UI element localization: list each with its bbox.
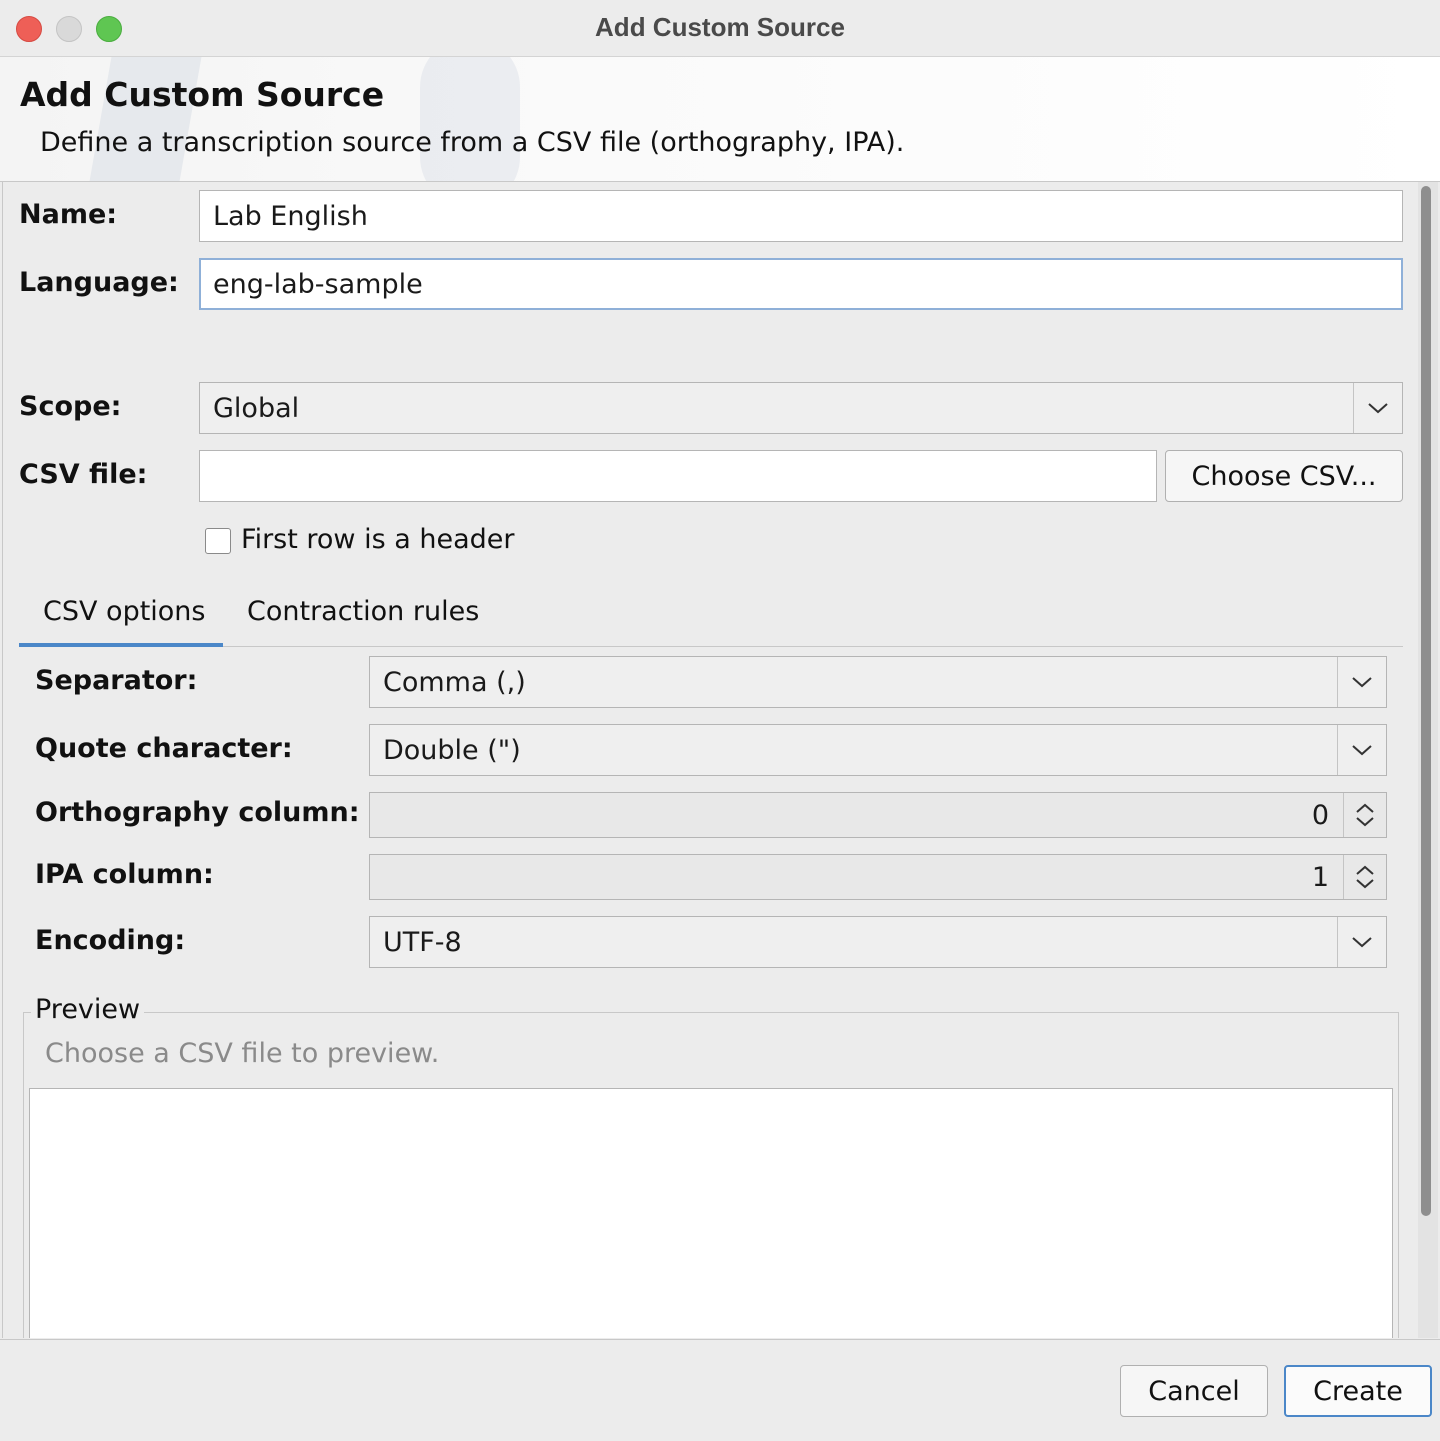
- spinner-arrows-icon[interactable]: [1343, 793, 1386, 837]
- preview-legend: Preview: [31, 994, 145, 1025]
- chevron-down-icon: [1337, 657, 1386, 707]
- csv-file-field[interactable]: [199, 450, 1157, 502]
- dialog-banner: Add Custom Source Define a transcription…: [0, 57, 1440, 182]
- separator-label: Separator:: [35, 665, 198, 696]
- create-button[interactable]: Create: [1284, 1365, 1432, 1417]
- csv-file-label: CSV file:: [19, 459, 148, 490]
- quote-character-label: Quote character:: [35, 733, 293, 764]
- separator-select[interactable]: Comma (,): [369, 656, 1387, 708]
- selected-tab-indicator: [19, 643, 223, 647]
- orthography-column-label: Orthography column:: [35, 797, 360, 828]
- cancel-button[interactable]: Cancel: [1120, 1365, 1268, 1417]
- preview-hint: Choose a CSV file to preview.: [45, 1038, 440, 1069]
- scrollbar-thumb[interactable]: [1421, 186, 1431, 1216]
- banner-subtitle: Define a transcription source from a CSV…: [40, 127, 905, 158]
- ipa-column-spinner[interactable]: 1: [369, 854, 1387, 900]
- ipa-column-label: IPA column:: [35, 859, 214, 890]
- chevron-down-icon: [1337, 725, 1386, 775]
- first-row-header-checkbox[interactable]: [205, 528, 231, 554]
- spinner-arrows-icon[interactable]: [1343, 855, 1386, 899]
- language-label: Language:: [19, 267, 179, 298]
- title-bar: Add Custom Source: [0, 0, 1440, 57]
- tab-contraction-rules[interactable]: Contraction rules: [247, 596, 479, 627]
- name-field[interactable]: Lab English: [199, 190, 1403, 242]
- scope-value: Global: [213, 392, 300, 424]
- dialog-content: Name: Lab English Language: eng-lab-samp…: [2, 182, 1417, 1338]
- window-title: Add Custom Source: [595, 12, 845, 42]
- encoding-select[interactable]: UTF-8: [369, 916, 1387, 968]
- tab-bar-divider: [19, 646, 1403, 647]
- scope-label: Scope:: [19, 391, 122, 422]
- ipa-column-value: 1: [1311, 861, 1329, 893]
- vertical-scrollbar[interactable]: [1418, 182, 1438, 1338]
- quote-character-value: Double ("): [383, 734, 521, 766]
- language-field[interactable]: eng-lab-sample: [199, 258, 1403, 310]
- banner-decoration: [420, 57, 520, 181]
- tab-csv-options[interactable]: CSV options: [43, 596, 206, 627]
- chevron-down-icon: [1337, 917, 1386, 967]
- choose-csv-button[interactable]: Choose CSV...: [1165, 450, 1403, 502]
- separator-value: Comma (,): [383, 666, 526, 698]
- chevron-down-icon: [1353, 383, 1402, 433]
- first-row-header-label[interactable]: First row is a header: [241, 524, 515, 555]
- preview-area[interactable]: [29, 1088, 1393, 1338]
- quote-character-select[interactable]: Double ("): [369, 724, 1387, 776]
- encoding-label: Encoding:: [35, 925, 186, 956]
- encoding-value: UTF-8: [383, 926, 462, 958]
- dialog-footer: Cancel Create: [0, 1339, 1440, 1441]
- orthography-column-spinner[interactable]: 0: [369, 792, 1387, 838]
- name-label: Name:: [19, 199, 118, 230]
- orthography-column-value: 0: [1311, 799, 1329, 831]
- banner-title: Add Custom Source: [20, 75, 385, 114]
- scope-select[interactable]: Global: [199, 382, 1403, 434]
